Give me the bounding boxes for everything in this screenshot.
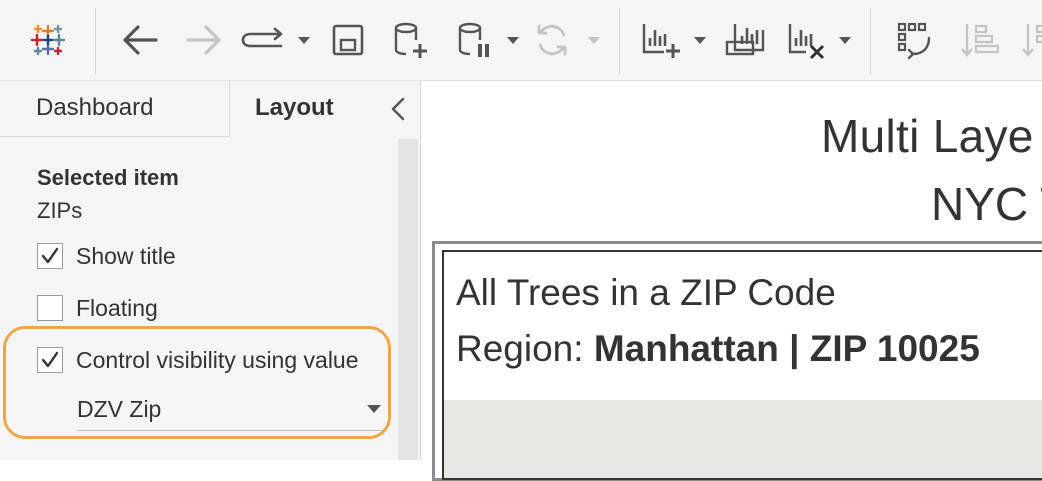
worksheet-title: All Trees in a ZIP Code [456, 272, 836, 313]
dashboard-subtitle: NYC T [931, 178, 1042, 230]
dropdown-caret-icon[interactable] [294, 18, 314, 62]
forward-arrow-icon[interactable] [182, 18, 226, 62]
clear-sheet-icon[interactable] [784, 18, 830, 62]
control-visibility-label: Control visibility using value [76, 346, 359, 373]
show-title-option[interactable]: Show title [37, 241, 176, 271]
show-title-checkbox[interactable] [37, 243, 63, 269]
toolbar-separator [95, 8, 96, 74]
control-visibility-option[interactable]: Control visibility using value [37, 345, 359, 375]
dropdown-caret-icon[interactable] [690, 18, 710, 62]
checkmark-icon [41, 351, 59, 368]
dropdown-caret-icon[interactable] [503, 18, 523, 62]
save-icon[interactable] [326, 18, 370, 62]
visibility-value: DZV Zip [77, 396, 162, 422]
toolbar-separator [870, 8, 871, 74]
back-arrow-icon[interactable] [118, 18, 162, 62]
dropdown-caret-icon[interactable] [584, 18, 604, 62]
zips-worksheet[interactable]: All Trees in a ZIP Code Region: Manhatta… [442, 250, 1042, 480]
region-value: Manhattan | ZIP 10025 [593, 328, 980, 369]
region-label: Region: [456, 328, 594, 369]
sort-descending-icon[interactable] [1020, 18, 1042, 62]
tableau-logo-icon[interactable] [26, 18, 70, 62]
duplicate-sheet-icon[interactable] [722, 18, 768, 62]
new-datasource-icon[interactable] [388, 18, 432, 62]
sidebar-tabs: Dashboard Layout [0, 81, 420, 137]
map-view[interactable] [444, 400, 1042, 478]
sort-ascending-icon[interactable] [956, 18, 1002, 62]
refresh-icon[interactable] [530, 18, 574, 62]
pause-updates-icon[interactable] [452, 18, 496, 62]
floating-label: Floating [76, 294, 158, 321]
selected-item-heading: Selected item [37, 165, 179, 190]
visibility-value-dropdown[interactable]: DZV Zip [77, 390, 382, 431]
new-worksheet-icon[interactable] [638, 18, 684, 62]
checkmark-icon [41, 247, 59, 264]
dropdown-caret-icon[interactable] [835, 18, 855, 62]
control-visibility-checkbox[interactable] [37, 347, 63, 373]
worksheet-region: Region: Manhattan | ZIP 10025 [456, 328, 980, 370]
toolbar [0, 0, 1042, 81]
selected-item-value: ZIPs [37, 198, 83, 223]
floating-checkbox[interactable] [37, 295, 63, 321]
collapse-sidebar-icon[interactable] [388, 95, 410, 123]
dashboard-sidebar: Dashboard Layout Selected item ZIPs Show… [0, 81, 421, 460]
sidebar-scrollbar[interactable] [398, 139, 418, 460]
tab-dashboard[interactable]: Dashboard [0, 81, 230, 137]
toolbar-separator [619, 8, 620, 74]
dashboard-canvas: Multi Laye NYC T All Trees in a ZIP Code… [421, 81, 1042, 481]
dashboard-title: Multi Laye [821, 110, 1034, 162]
redo-icon[interactable] [240, 18, 290, 62]
floating-option[interactable]: Floating [37, 293, 158, 323]
show-title-label: Show title [76, 242, 176, 269]
dropdown-arrow-icon[interactable] [366, 404, 382, 414]
swap-rows-columns-icon[interactable] [892, 18, 938, 62]
